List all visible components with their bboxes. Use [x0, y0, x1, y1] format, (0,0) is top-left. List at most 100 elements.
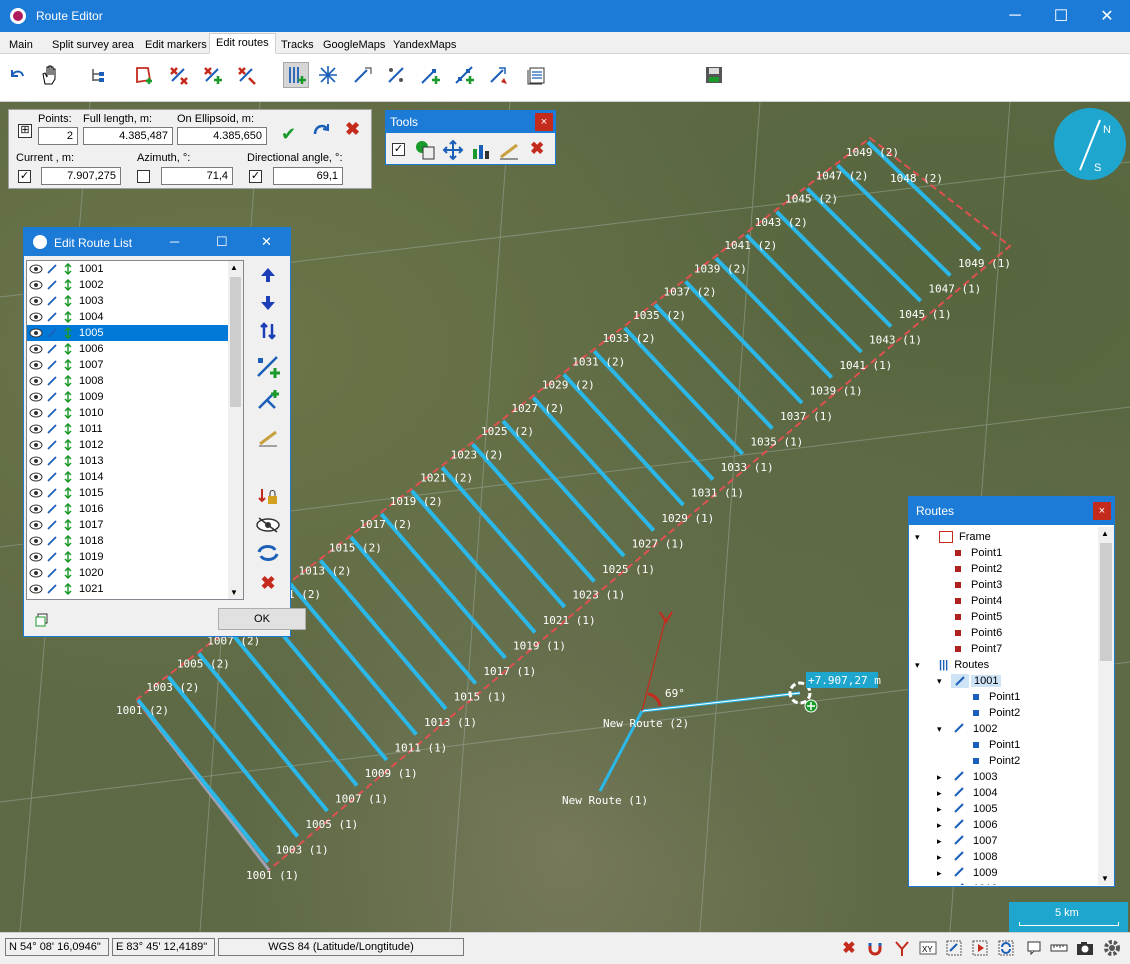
- list-item[interactable]: 1003: [27, 293, 243, 309]
- eye-icon[interactable]: [29, 407, 43, 419]
- ok-button[interactable]: OK: [218, 608, 306, 630]
- snap-route-icon[interactable]: [892, 938, 912, 958]
- route-line[interactable]: [440, 466, 567, 609]
- tools-checkbox[interactable]: ✓: [392, 143, 405, 156]
- cancel-x-icon[interactable]: ✖: [345, 119, 360, 140]
- list-item[interactable]: 1010: [27, 405, 243, 421]
- list-item[interactable]: 1013: [27, 453, 243, 469]
- route-line[interactable]: [714, 256, 834, 379]
- direction-arrows-icon[interactable]: [61, 471, 75, 483]
- direction-arrows-icon[interactable]: [61, 391, 75, 403]
- rename-route-button[interactable]: [254, 424, 282, 450]
- link-routes-button[interactable]: [254, 388, 282, 414]
- expand-arrow-icon[interactable]: ▾: [937, 676, 949, 687]
- route-line[interactable]: [379, 512, 507, 660]
- tree-structure-icon[interactable]: [85, 62, 111, 88]
- direction-arrows-icon[interactable]: [61, 407, 75, 419]
- expand-arrow-icon[interactable]: ▸: [937, 788, 949, 799]
- route-line[interactable]: [318, 559, 448, 711]
- route-line[interactable]: [775, 210, 893, 328]
- direction-arrows-icon[interactable]: [61, 519, 75, 531]
- edit-vertex-icon[interactable]: [349, 62, 375, 88]
- routes-tree[interactable]: ▾ Frame Point1 Point2 Point3 Point4 Point5 Po…: [911, 527, 1099, 885]
- ellipsoid-field[interactable]: 4.385,650: [177, 127, 267, 145]
- tab-googlemaps[interactable]: GoogleMaps: [316, 35, 392, 54]
- erl-close-button[interactable]: ✕: [261, 234, 272, 250]
- frame-node[interactable]: ▾ Frame: [915, 529, 991, 545]
- frame-point-item[interactable]: Point3: [955, 577, 1002, 593]
- list-item[interactable]: 1002: [27, 277, 243, 293]
- crs-field[interactable]: WGS 84 (Latitude/Longtitude): [218, 938, 464, 956]
- eye-icon[interactable]: [29, 295, 43, 307]
- direction-arrows-icon[interactable]: [61, 455, 75, 467]
- list-icon[interactable]: [523, 62, 549, 88]
- move-vertices-icon[interactable]: [383, 62, 409, 88]
- route-line[interactable]: [562, 373, 685, 507]
- tab-split-survey-area[interactable]: Split survey area: [45, 35, 141, 54]
- route-1001-point1[interactable]: Point1: [973, 689, 1020, 705]
- direction-arrows-icon[interactable]: [61, 343, 75, 355]
- route-list-scrollbar[interactable]: ▲ ▼: [228, 261, 243, 599]
- list-item[interactable]: 1011: [27, 421, 243, 437]
- camera-icon[interactable]: [1075, 938, 1095, 958]
- direction-arrows-icon[interactable]: [61, 311, 75, 323]
- join-routes-button[interactable]: [254, 354, 282, 380]
- add-vertex-icon[interactable]: [417, 62, 443, 88]
- comment-icon[interactable]: [1024, 938, 1044, 958]
- pencil-edit-icon[interactable]: [498, 139, 520, 164]
- direction-arrows-icon[interactable]: [61, 503, 75, 515]
- route-line[interactable]: [684, 280, 804, 405]
- xy-coords-icon[interactable]: XY: [918, 938, 938, 958]
- eye-icon[interactable]: [29, 327, 43, 339]
- route-line[interactable]: [471, 442, 596, 583]
- expand-arrow-icon[interactable]: ▸: [937, 836, 949, 847]
- list-item[interactable]: 1015: [27, 485, 243, 501]
- list-item[interactable]: 1020: [27, 565, 243, 581]
- route-line[interactable]: [136, 698, 270, 864]
- points-field[interactable]: 2: [38, 127, 78, 145]
- list-item[interactable]: 1017: [27, 517, 243, 533]
- expand-arrow-icon[interactable]: ▸: [937, 868, 949, 879]
- azimuth-field[interactable]: 71,4: [161, 167, 233, 185]
- list-item[interactable]: 1012: [27, 437, 243, 453]
- route-node[interactable]: ▸ 1009: [937, 865, 997, 881]
- route-node[interactable]: ▸ 1008: [937, 849, 997, 865]
- settings-gear-icon[interactable]: [1102, 938, 1122, 958]
- direction-arrows-icon[interactable]: [61, 439, 75, 451]
- eye-icon[interactable]: [29, 263, 43, 275]
- move-down-button[interactable]: [254, 290, 282, 316]
- list-item[interactable]: 1008: [27, 373, 243, 389]
- clear-x-icon[interactable]: ✖: [839, 938, 859, 958]
- dir-angle-field[interactable]: 69,1: [273, 167, 343, 185]
- frame-point-item[interactable]: Point1: [955, 545, 1002, 561]
- current-checkbox[interactable]: ✓: [18, 170, 31, 183]
- split-routes-icon[interactable]: [283, 62, 309, 88]
- expand-arrow-icon[interactable]: ▾: [915, 532, 927, 543]
- list-item[interactable]: 1009: [27, 389, 243, 405]
- tools-header[interactable]: Tools ×: [386, 111, 555, 133]
- direction-arrows-icon[interactable]: [61, 263, 75, 275]
- eye-icon[interactable]: [29, 439, 43, 451]
- direction-arrows-icon[interactable]: [61, 295, 75, 307]
- tools-delete-icon[interactable]: ✖: [530, 139, 544, 159]
- direction-arrows-icon[interactable]: [61, 551, 75, 563]
- scroll-up-icon[interactable]: ▲: [230, 263, 238, 272]
- azimuth-checkbox[interactable]: [137, 170, 150, 183]
- route-line[interactable]: [197, 652, 329, 813]
- route-play-icon[interactable]: [970, 938, 990, 958]
- list-item[interactable]: 1005: [27, 325, 243, 341]
- route-1002-point1[interactable]: Point1: [973, 737, 1020, 753]
- zoom-area-icon[interactable]: [944, 938, 964, 958]
- scroll-down-icon[interactable]: ▼: [230, 588, 238, 597]
- erl-maximize-button[interactable]: ☐: [216, 234, 228, 250]
- tab-edit-routes[interactable]: Edit routes: [209, 33, 276, 54]
- add-route-icon[interactable]: [199, 62, 225, 88]
- eye-icon[interactable]: [29, 519, 43, 531]
- eye-icon[interactable]: [29, 551, 43, 563]
- route-1001-point2[interactable]: Point2: [973, 705, 1020, 721]
- undo-icon[interactable]: [4, 62, 30, 88]
- list-item[interactable]: 1019: [27, 549, 243, 565]
- routes-scrollbar[interactable]: ▲ ▼: [1098, 527, 1114, 885]
- redo-icon[interactable]: [311, 119, 331, 142]
- erl-minimize-button[interactable]: ─: [170, 234, 179, 249]
